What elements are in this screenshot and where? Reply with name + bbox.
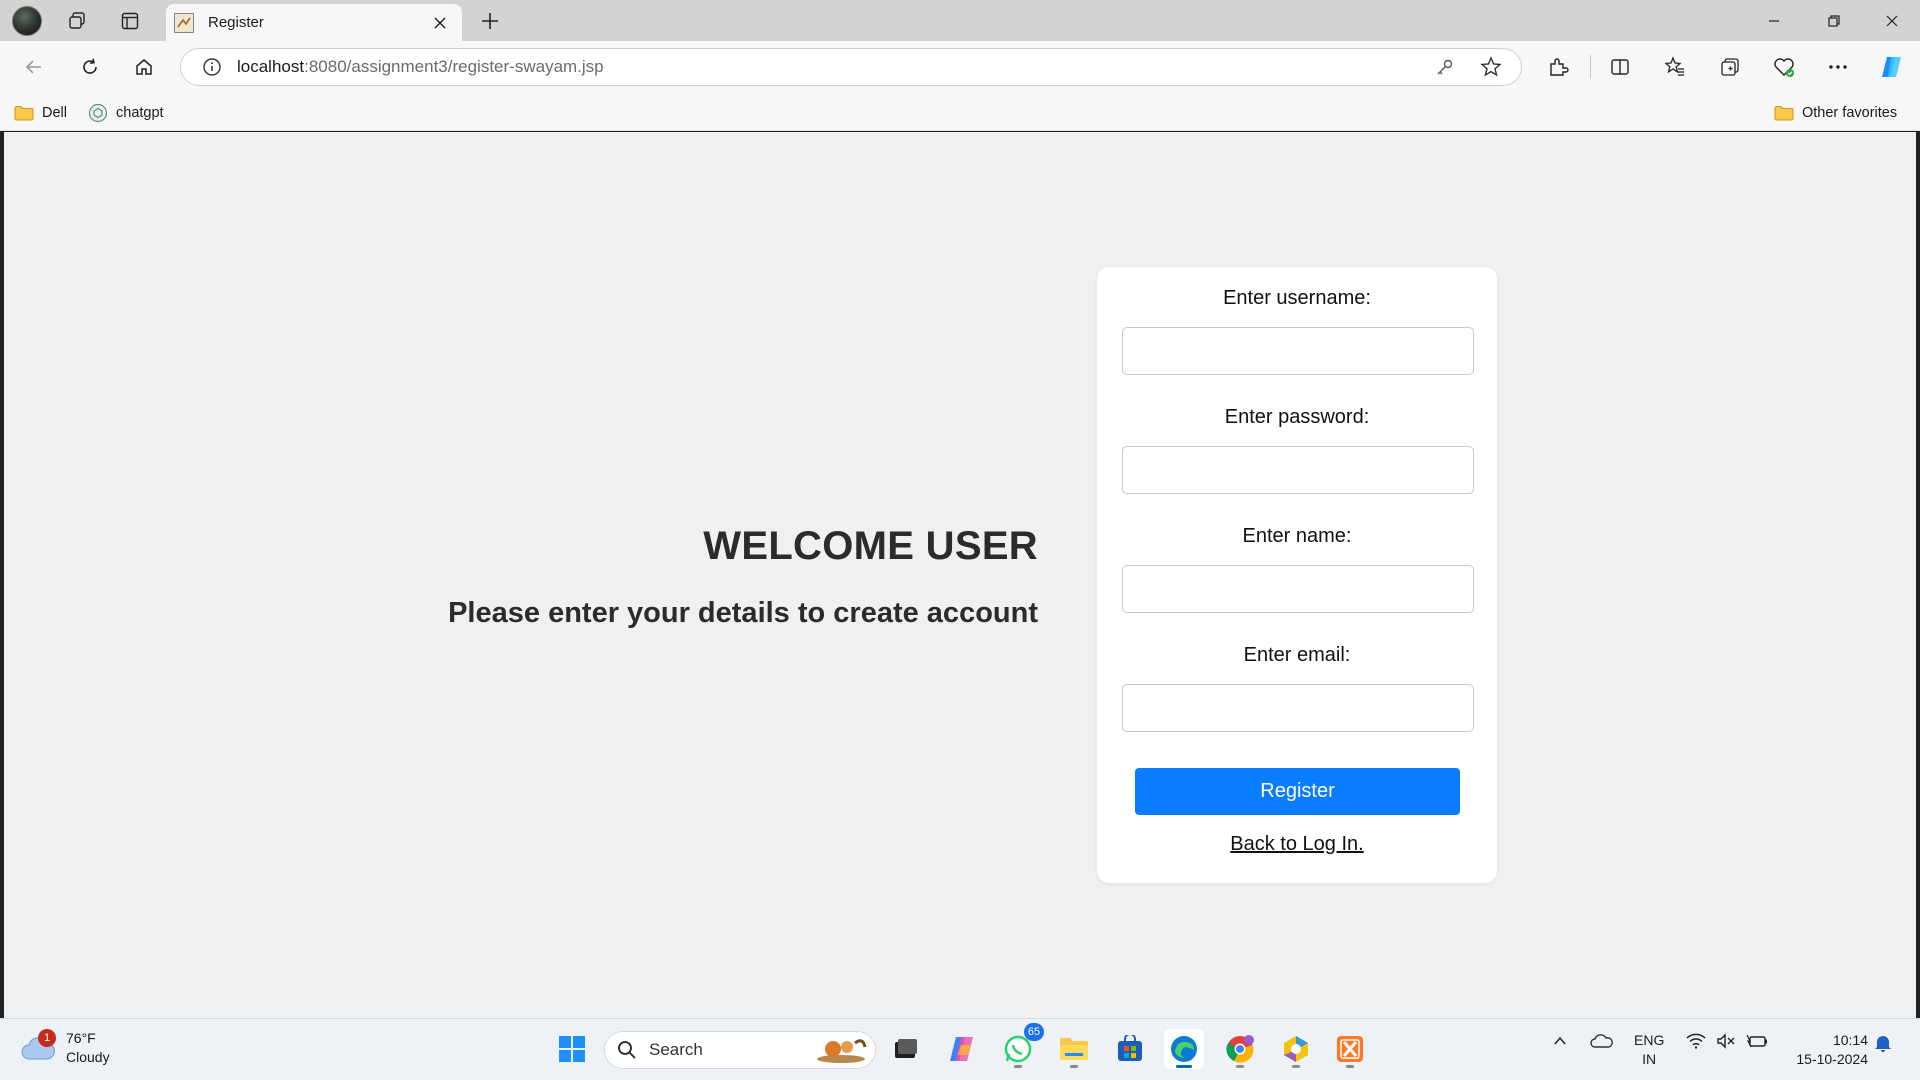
copilot-icon[interactable] — [1874, 51, 1910, 83]
hexagon-app[interactable] — [1276, 1029, 1316, 1069]
favorites-icon[interactable] — [1657, 51, 1693, 83]
page-viewport: WELCOME USER Please enter your details t… — [4, 132, 1916, 1018]
page-subtitle: Please enter your details to create acco… — [448, 597, 1038, 629]
taskbar: 1 76°F Cloudy Search 65 ENG IN 10:14 15-… — [0, 1018, 1920, 1080]
other-favorites-label: Other favorites — [1802, 105, 1898, 121]
windows-icon — [559, 1036, 585, 1062]
whatsapp-unread-badge: 65 — [1024, 1023, 1044, 1041]
url-path: :8080/assignment3/register-swayam.jsp — [304, 57, 604, 76]
active-indicator — [1176, 1065, 1192, 1068]
register-button[interactable]: Register — [1135, 768, 1460, 815]
other-favorites[interactable]: Other favorites — [1774, 101, 1897, 125]
minimize-icon[interactable] — [1746, 0, 1802, 41]
volume-muted-icon[interactable] — [1716, 1033, 1736, 1049]
password-input[interactable] — [1122, 446, 1474, 494]
url-text[interactable]: localhost:8080/assignment3/register-sway… — [237, 57, 1429, 77]
favorite-dell[interactable]: Dell — [14, 101, 67, 125]
vertical-tabs-icon[interactable] — [114, 6, 146, 36]
email-input[interactable] — [1122, 684, 1474, 732]
email-label: Enter email: — [1243, 644, 1351, 666]
task-view-app[interactable] — [886, 1029, 926, 1069]
folder-icon — [14, 105, 34, 121]
microsoft-store-app[interactable] — [1110, 1029, 1150, 1069]
more-options-icon[interactable] — [1820, 51, 1856, 83]
refresh-icon[interactable] — [72, 51, 108, 83]
favorite-label: chatgpt — [116, 105, 164, 121]
page-title: WELCOME USER — [703, 524, 1038, 568]
welcome-block: WELCOME USER Please enter your details t… — [448, 524, 1038, 630]
start-button[interactable] — [552, 1029, 592, 1069]
copilot-app[interactable] — [942, 1029, 982, 1069]
browser-toolbar: localhost:8080/assignment3/register-sway… — [0, 41, 1920, 93]
tab-register[interactable]: Register — [166, 4, 462, 41]
name-label: Enter name: — [1242, 525, 1352, 547]
xampp-app[interactable] — [1330, 1029, 1370, 1069]
onedrive-icon[interactable] — [1590, 1033, 1614, 1049]
weather-description: Cloudy — [66, 1049, 110, 1065]
collections-icon[interactable] — [1712, 51, 1748, 83]
home-icon[interactable] — [126, 51, 162, 83]
profile-avatar[interactable] — [12, 6, 42, 36]
favorite-star-icon[interactable] — [1475, 51, 1507, 83]
toolbar-divider — [1590, 55, 1591, 79]
edge-app[interactable] — [1164, 1029, 1204, 1069]
page-favicon-icon — [174, 12, 194, 33]
favorites-bar: Dell chatgpt Other favorites — [0, 93, 1920, 131]
language-region: IN — [1642, 1051, 1657, 1067]
wifi-icon[interactable] — [1686, 1033, 1706, 1049]
new-tab-icon[interactable] — [474, 6, 506, 36]
search-label: Search — [649, 1040, 703, 1059]
password-key-icon[interactable] — [1429, 51, 1461, 83]
favorite-chatgpt[interactable]: chatgpt — [88, 101, 164, 125]
extensions-icon[interactable] — [1540, 51, 1576, 83]
restore-icon[interactable] — [1806, 0, 1862, 41]
address-bar[interactable]: localhost:8080/assignment3/register-sway… — [180, 48, 1522, 86]
notification-bell-icon[interactable] — [1874, 1033, 1892, 1053]
language-indicator[interactable]: ENG IN — [1634, 1031, 1664, 1069]
taskbar-search[interactable]: Search — [604, 1031, 876, 1069]
weather-widget[interactable]: 1 76°F Cloudy — [20, 1029, 110, 1067]
username-input[interactable] — [1122, 327, 1474, 375]
password-label: Enter password: — [1224, 406, 1370, 428]
search-highlight-icon — [817, 1039, 867, 1063]
chatgpt-icon — [88, 103, 108, 123]
favorite-label: Dell — [42, 105, 67, 121]
running-indicator — [1346, 1065, 1354, 1068]
whatsapp-app[interactable]: 65 — [998, 1023, 1044, 1069]
split-screen-icon[interactable] — [1602, 51, 1638, 83]
back-to-login-link[interactable]: Back to Log In. — [1097, 833, 1497, 856]
running-indicator — [1236, 1065, 1244, 1068]
system-clock[interactable]: 10:14 15-10-2024 — [1784, 1031, 1868, 1069]
name-input[interactable] — [1122, 565, 1474, 613]
search-icon — [618, 1041, 636, 1059]
browser-titlebar: Register — [0, 0, 1920, 41]
weather-temperature: 76°F — [66, 1030, 96, 1046]
folder-icon — [1774, 105, 1794, 121]
battery-charging-icon[interactable] — [1746, 1033, 1768, 1049]
tab-title: Register — [208, 14, 264, 31]
clock-date: 15-10-2024 — [1796, 1051, 1868, 1067]
running-indicator — [1292, 1065, 1300, 1068]
language-code: ENG — [1634, 1032, 1665, 1048]
url-host: localhost — [237, 57, 305, 76]
username-label: Enter username: — [1223, 287, 1371, 309]
running-indicator — [1014, 1065, 1022, 1068]
close-window-icon[interactable] — [1864, 0, 1920, 41]
show-hidden-icons-chevron-up-icon[interactable] — [1552, 1033, 1568, 1049]
close-tab-icon[interactable] — [426, 9, 454, 37]
workspaces-icon[interactable] — [61, 6, 93, 36]
site-info-icon[interactable] — [201, 56, 223, 78]
clock-time: 10:14 — [1832, 1032, 1868, 1048]
register-form: Enter username: Enter password: Enter na… — [1097, 267, 1497, 883]
back-icon[interactable] — [16, 51, 52, 83]
cloud-icon: 1 — [20, 1029, 56, 1063]
chrome-app[interactable] — [1220, 1029, 1260, 1069]
browser-essentials-icon[interactable] — [1766, 51, 1802, 83]
weather-alert-badge: 1 — [38, 1029, 56, 1047]
running-indicator — [1070, 1065, 1078, 1068]
file-explorer-app[interactable] — [1054, 1029, 1094, 1069]
